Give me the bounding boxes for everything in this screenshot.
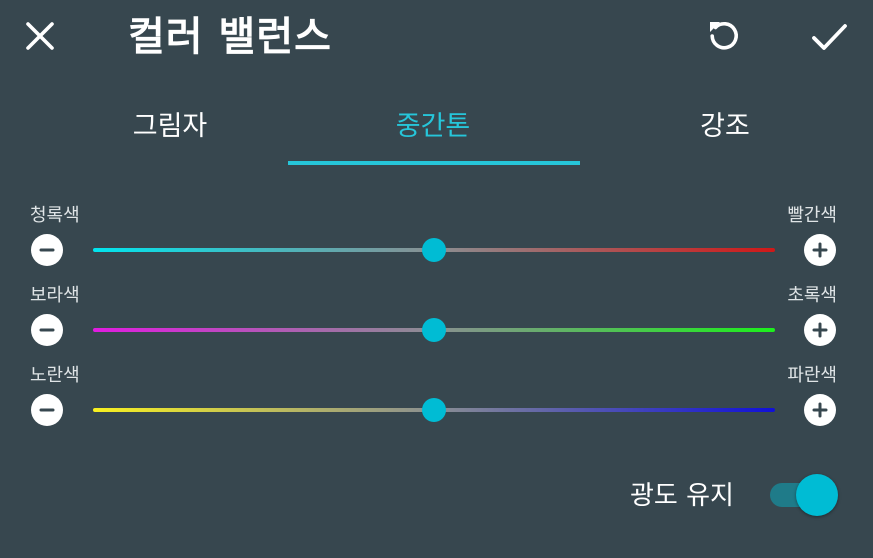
yellow-blue-slider: 노란색 파란색 <box>0 364 873 434</box>
increase-button[interactable] <box>804 234 836 266</box>
preserve-luminosity-label: 광도 유지 <box>630 481 734 511</box>
slider-right-label: 빨간색 <box>787 205 837 226</box>
slider-left-label: 보라색 <box>30 285 80 306</box>
toggle-knob <box>796 474 838 516</box>
slider-left-label: 노란색 <box>30 365 80 386</box>
magenta-green-slider: 보라색 초록색 <box>0 284 873 354</box>
close-button[interactable] <box>18 14 62 58</box>
tab-shadows[interactable]: 그림자 <box>80 107 260 147</box>
decrease-button[interactable] <box>31 234 63 266</box>
reset-button[interactable] <box>700 12 748 60</box>
reset-icon <box>710 22 738 50</box>
minus-icon <box>39 408 55 412</box>
preserve-luminosity-toggle[interactable] <box>770 474 838 516</box>
minus-icon <box>39 328 55 332</box>
tab-midtones[interactable]: 중간톤 <box>333 107 533 147</box>
close-icon <box>26 22 54 50</box>
cyan-red-slider: 청록색 빨간색 <box>0 204 873 274</box>
toolbar: 컬러 밸런스 <box>0 0 873 80</box>
slider-right-label: 초록색 <box>787 285 837 306</box>
tab-indicator <box>288 161 580 165</box>
slider-right-label: 파란색 <box>787 365 837 386</box>
slider-thumb[interactable] <box>422 398 446 422</box>
minus-icon <box>39 248 55 252</box>
tab-bar: 그림자 중간톤 강조 <box>0 95 873 170</box>
increase-button[interactable] <box>804 314 836 346</box>
slider-thumb[interactable] <box>422 238 446 262</box>
decrease-button[interactable] <box>31 394 63 426</box>
check-icon <box>812 24 847 50</box>
plus-icon <box>812 322 828 338</box>
slider-thumb[interactable] <box>422 318 446 342</box>
tab-highlights[interactable]: 강조 <box>655 107 795 147</box>
decrease-button[interactable] <box>31 314 63 346</box>
page-title: 컬러 밸런스 <box>128 14 332 60</box>
plus-icon <box>812 242 828 258</box>
apply-button[interactable] <box>804 12 854 62</box>
slider-left-label: 청록색 <box>30 205 80 226</box>
increase-button[interactable] <box>804 394 836 426</box>
plus-icon <box>812 402 828 418</box>
